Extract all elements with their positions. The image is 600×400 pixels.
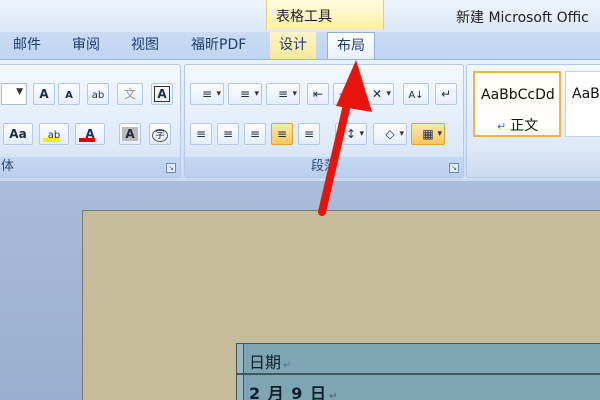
table-row[interactable]: 日期 ↵ <box>236 343 600 374</box>
phonetic-guide-button[interactable]: 文 <box>117 83 143 105</box>
enclose-characters-button[interactable]: 字 <box>149 123 171 145</box>
numbering-button[interactable]: ≡ ▾ <box>228 83 262 105</box>
ribbon: ▼ A A ab 文 A Aa ab A A 字 体 ↘ ≡ ▾ ≡ ▾ ≡ ▾ ⇤ … <box>0 59 600 181</box>
cell-text: 2 月 9 日 ↵ <box>249 384 339 400</box>
increase-indent-icon: ⇥ <box>338 87 350 101</box>
styles-group: AaBbCcDd ↵ 正文 AaB <box>466 64 600 178</box>
paragraph-mark-icon: ↵ <box>283 360 292 371</box>
borders-button[interactable]: ▦ ▾ <box>411 123 445 145</box>
text-highlight-button[interactable]: ab <box>39 123 69 145</box>
style-sample: AaB <box>572 86 600 102</box>
tab-layout[interactable]: 布局 <box>327 32 375 59</box>
row-selection-bar[interactable] <box>237 375 244 400</box>
phonetic-guide-icon: 文 <box>123 87 136 101</box>
show-marks-button[interactable]: ↵ <box>435 83 457 105</box>
sort-button[interactable]: A↓ <box>403 83 429 105</box>
distributed-button[interactable]: ≡ <box>298 123 320 145</box>
font-group-label: 体 <box>0 157 180 177</box>
change-case-icon: Aa <box>9 127 27 141</box>
title-bar: 表格工具 新建 Microsoft Offic <box>0 0 600 32</box>
decrease-indent-button[interactable]: ⇤ <box>307 83 329 105</box>
style-normal-tile[interactable]: AaBbCcDd ↵ 正文 <box>473 71 561 137</box>
dropdown-arrow-icon: ▾ <box>437 129 442 139</box>
align-right-button[interactable]: ≡ <box>244 123 266 145</box>
justify-icon: ≡ <box>276 127 288 141</box>
multilevel-list-button[interactable]: ≡ ▾ <box>266 83 300 105</box>
bullets-icon: ≡ <box>201 87 213 101</box>
dropdown-arrow-icon: ▾ <box>292 89 297 99</box>
dropdown-arrow-icon: ▾ <box>399 129 404 139</box>
distributed-icon: ≡ <box>303 127 315 141</box>
font-color-button[interactable]: A <box>75 123 105 145</box>
sort-icon: A↓ <box>408 90 424 101</box>
paragraph-group: ≡ ▾ ≡ ▾ ≡ ▾ ⇤ ⇥ ✕ ▾ A↓ ↵ ≡ ≡ ≡ ≡ ≡ ↕ ▾ ◇ ▾ ▦ ▾ … <box>184 64 464 178</box>
decrease-indent-icon: ⇤ <box>312 87 324 101</box>
font-size-box[interactable]: ▼ <box>1 83 27 105</box>
character-shading-icon: A <box>122 127 138 141</box>
style-name-text: 正文 <box>510 118 539 134</box>
table-row[interactable]: 2 月 9 日 ↵ <box>236 374 600 400</box>
line-spacing-button[interactable]: ↕ ▾ <box>335 123 367 145</box>
center-button[interactable]: ≡ <box>217 123 239 145</box>
tab-view[interactable]: 视图 <box>122 32 168 59</box>
increase-indent-button[interactable]: ⇥ <box>333 83 355 105</box>
chinese-layout-button[interactable]: ✕ ▾ <box>360 83 394 105</box>
style-next-tile[interactable]: AaB <box>565 71 600 137</box>
borders-icon: ▦ <box>422 127 434 141</box>
tab-design[interactable]: 设计 <box>270 32 316 59</box>
table-tools-label: 表格工具 <box>276 9 332 25</box>
align-right-icon: ≡ <box>249 127 261 141</box>
shrink-font-button[interactable]: A <box>58 83 80 105</box>
bullets-button[interactable]: ≡ ▾ <box>190 83 224 105</box>
cell-text: 日期 ↵ <box>249 353 292 372</box>
dropdown-arrow-icon: ▾ <box>359 129 364 139</box>
dropdown-arrow-icon: ▾ <box>254 89 259 99</box>
paragraph-group-label: 段落 <box>185 157 463 177</box>
character-shading-button[interactable]: A <box>119 123 141 145</box>
character-border-button[interactable]: A <box>151 83 173 105</box>
align-left-icon: ≡ <box>195 127 207 141</box>
tab-mailings[interactable]: 邮件 <box>4 32 50 59</box>
font-group: ▼ A A ab 文 A Aa ab A A 字 体 ↘ <box>0 64 181 178</box>
shading-button[interactable]: ◇ ▾ <box>373 123 407 145</box>
enclose-characters-icon: 字 <box>152 129 168 142</box>
document-title: 新建 Microsoft Offic <box>456 10 589 26</box>
font-dialog-launcher[interactable]: ↘ <box>166 163 176 173</box>
dialog-launcher-icon: ↘ <box>168 164 174 172</box>
justify-button[interactable]: ≡ <box>271 123 293 145</box>
row-selection-bar[interactable] <box>237 344 244 373</box>
paragraph-mark-icon: ↵ <box>328 391 339 400</box>
document-table[interactable]: 日期 ↵ 2 月 9 日 ↵ <box>236 343 600 400</box>
paragraph-mark-icon: ↵ <box>497 120 507 133</box>
style-sample: AaBbCcDd <box>481 87 555 103</box>
shrink-font-icon: A <box>65 90 73 101</box>
grow-font-button[interactable]: A <box>33 83 55 105</box>
font-color-bar <box>79 138 95 142</box>
chinese-layout-icon: ✕ <box>371 87 383 101</box>
tab-foxit-pdf[interactable]: 福昕PDF <box>182 32 255 59</box>
multilevel-list-icon: ≡ <box>277 87 289 101</box>
center-icon: ≡ <box>222 127 234 141</box>
clear-formatting-button[interactable]: ab <box>87 83 109 105</box>
clear-formatting-icon: ab <box>91 90 105 101</box>
style-name: ↵ 正文 <box>497 115 538 135</box>
show-marks-icon: ↵ <box>440 87 452 101</box>
ribbon-tab-row: 邮件 审阅 视图 福昕PDF 设计 布局 <box>0 32 600 59</box>
grow-font-icon: A <box>39 87 49 101</box>
dropdown-arrow-icon: ▾ <box>386 89 391 99</box>
change-case-button[interactable]: Aa <box>3 123 33 145</box>
table-tools-context-group: 表格工具 <box>266 0 384 30</box>
dropdown-arrow-icon: ▾ <box>216 89 221 99</box>
numbering-icon: ≡ <box>239 87 251 101</box>
dialog-launcher-icon: ↘ <box>451 164 457 172</box>
align-left-button[interactable]: ≡ <box>190 123 212 145</box>
character-border-icon: A <box>154 86 170 102</box>
tab-review[interactable]: 审阅 <box>63 32 109 59</box>
highlight-color-bar <box>43 138 59 142</box>
paragraph-dialog-launcher[interactable]: ↘ <box>449 163 459 173</box>
line-spacing-icon: ↕ <box>345 127 357 141</box>
shading-icon: ◇ <box>385 127 395 141</box>
dropdown-arrow-icon: ▼ <box>16 87 23 97</box>
